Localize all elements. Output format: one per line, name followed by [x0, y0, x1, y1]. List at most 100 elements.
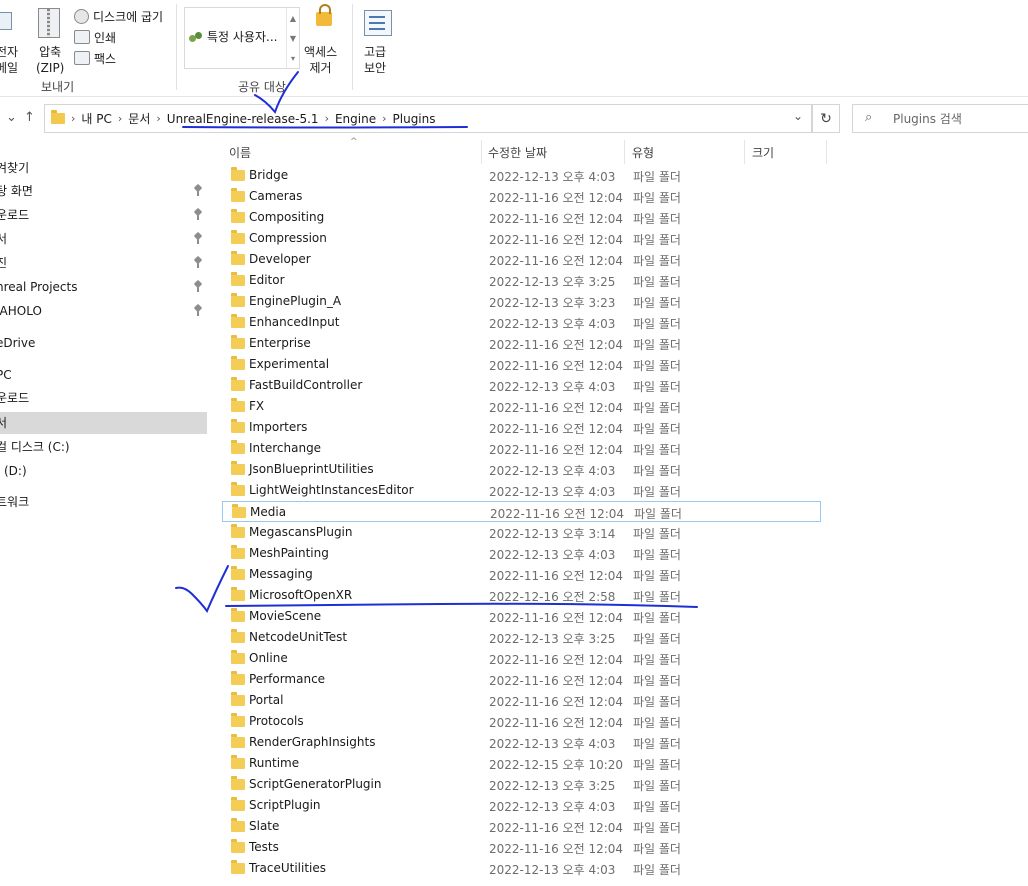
address-bar[interactable]: › 내 PC › 문서 › UnrealEngine-release-5.1 ›…: [44, 104, 812, 133]
table-row[interactable]: ScriptGeneratorPlugin 2022-12-13 오후 3:25 파…: [222, 774, 822, 795]
table-row[interactable]: Messaging 2022-11-16 오전 12:04 파일 폴더: [222, 564, 822, 585]
chevron-down-icon[interactable]: ⌄: [6, 110, 17, 125]
table-row[interactable]: Developer 2022-11-16 오전 12:04 파일 폴더: [222, 249, 822, 270]
table-row[interactable]: Interchange 2022-11-16 오전 12:04 파일 폴더: [222, 438, 822, 459]
gallery-scroll[interactable]: ▲ ▼ ▾: [286, 8, 299, 68]
column-divider[interactable]: [624, 140, 625, 164]
file-name: Tests: [249, 840, 279, 854]
nav-item-downloads[interactable]: 운로드: [0, 204, 207, 226]
up-arrow-icon[interactable]: ↑: [24, 110, 35, 125]
table-row[interactable]: Importers 2022-11-16 오전 12:04 파일 폴더: [222, 417, 822, 438]
nav-item-iaholo[interactable]: IAHOLO: [0, 300, 207, 322]
table-row[interactable]: Enterprise 2022-11-16 오전 12:04 파일 폴더: [222, 333, 822, 354]
table-row[interactable]: Runtime 2022-12-15 오후 10:20 파일 폴더: [222, 753, 822, 774]
search-input[interactable]: [891, 109, 1025, 129]
nav-item-onedrive[interactable]: eDrive: [0, 332, 207, 354]
table-row[interactable]: Online 2022-11-16 오전 12:04 파일 폴더: [222, 648, 822, 669]
pin-icon[interactable]: [193, 209, 203, 221]
folder-icon: [231, 545, 245, 559]
column-divider[interactable]: [826, 140, 827, 164]
table-row[interactable]: EnhancedInput 2022-12-13 오후 4:03 파일 폴더: [222, 312, 822, 333]
email-button[interactable]: 전자 메일: [0, 4, 24, 76]
remove-access-button[interactable]: 액세스 제거: [302, 4, 348, 76]
print-button[interactable]: 인쇄: [74, 27, 116, 47]
column-header-size[interactable]: 크기: [752, 144, 774, 161]
table-row[interactable]: Cameras 2022-11-16 오전 12:04 파일 폴더: [222, 186, 822, 207]
table-row[interactable]: Performance 2022-11-16 오전 12:04 파일 폴더: [222, 669, 822, 690]
burn-disc-button[interactable]: 디스크에 굽기: [74, 6, 163, 26]
column-divider[interactable]: [481, 140, 482, 164]
column-header-name[interactable]: 이름: [229, 144, 251, 161]
folder-icon: [231, 755, 245, 769]
chevron-right-icon[interactable]: ›: [71, 112, 75, 125]
nav-item-pictures[interactable]: 진: [0, 252, 207, 274]
breadcrumb-unreal-engine[interactable]: UnrealEngine-release-5.1: [167, 112, 319, 126]
table-row[interactable]: Media 2022-11-16 오전 12:04 파일 폴더: [222, 501, 821, 522]
pin-icon[interactable]: [193, 305, 203, 317]
refresh-button[interactable]: ↻: [812, 104, 840, 133]
folder-icon: [231, 461, 245, 475]
table-row[interactable]: Compositing 2022-11-16 오전 12:04 파일 폴더: [222, 207, 822, 228]
zip-icon: [38, 8, 60, 38]
column-header-type[interactable]: 유형: [632, 144, 654, 161]
zip-button[interactable]: 압축 (ZIP): [32, 4, 66, 76]
nav-item-local-disk-c[interactable]: 컬 디스크 (C:): [0, 436, 207, 458]
table-row[interactable]: MovieScene 2022-11-16 오전 12:04 파일 폴더: [222, 606, 822, 627]
file-date: 2022-12-13 오후 3:25: [489, 779, 616, 793]
table-row[interactable]: FastBuildController 2022-12-13 오후 4:03 파일 …: [222, 375, 822, 396]
breadcrumb-documents[interactable]: 문서: [128, 110, 150, 127]
column-header-modified[interactable]: 수정한 날짜: [488, 144, 547, 161]
table-row[interactable]: NetcodeUnitTest 2022-12-13 오후 3:25 파일 폴더: [222, 627, 822, 648]
file-date: 2022-12-13 오후 4:03: [489, 863, 616, 877]
address-history-dropdown[interactable]: ⌄: [793, 109, 803, 123]
column-divider[interactable]: [744, 140, 745, 164]
table-row[interactable]: Slate 2022-11-16 오전 12:04 파일 폴더: [222, 816, 822, 837]
table-row[interactable]: LightWeightInstancesEditor 2022-12-13 오후 …: [222, 480, 822, 501]
nav-item-this-pc[interactable]: PC: [0, 364, 207, 386]
pin-icon[interactable]: [193, 257, 203, 269]
folder-icon: [231, 272, 245, 286]
table-row[interactable]: RenderGraphInsights 2022-12-13 오후 4:03 파일 …: [222, 732, 822, 753]
file-name: LightWeightInstancesEditor: [249, 483, 414, 497]
pin-icon[interactable]: [193, 233, 203, 245]
nav-item-pc-downloads[interactable]: 운로드: [0, 387, 207, 409]
table-row[interactable]: JsonBlueprintUtilities 2022-12-13 오후 4:03…: [222, 459, 822, 480]
nav-item-quick-access[interactable]: 겨찾기: [0, 157, 207, 179]
table-row[interactable]: FX 2022-11-16 오전 12:04 파일 폴더: [222, 396, 822, 417]
nav-item-unreal-projects[interactable]: nreal Projects: [0, 276, 207, 298]
table-row[interactable]: Protocols 2022-11-16 오전 12:04 파일 폴더: [222, 711, 822, 732]
chevron-right-icon[interactable]: ›: [156, 112, 160, 125]
nav-item-documents[interactable]: 서: [0, 228, 207, 250]
people-icon: [189, 30, 203, 44]
table-row[interactable]: Editor 2022-12-13 오후 3:25 파일 폴더: [222, 270, 822, 291]
table-row[interactable]: Portal 2022-11-16 오전 12:04 파일 폴더: [222, 690, 822, 711]
table-row[interactable]: Tests 2022-11-16 오전 12:04 파일 폴더: [222, 837, 822, 858]
table-row[interactable]: EnginePlugin_A 2022-12-13 오후 3:23 파일 폴더: [222, 291, 822, 312]
pin-icon[interactable]: [193, 281, 203, 293]
chevron-right-icon[interactable]: ›: [325, 112, 329, 125]
nav-item-network[interactable]: 트워크: [0, 491, 207, 513]
breadcrumb-this-pc[interactable]: 내 PC: [81, 110, 111, 127]
table-row[interactable]: MegascansPlugin 2022-12-13 오후 3:14 파일 폴더: [222, 522, 822, 543]
table-row[interactable]: MeshPainting 2022-12-13 오후 4:03 파일 폴더: [222, 543, 822, 564]
fax-button[interactable]: 팩스: [74, 48, 116, 68]
table-row[interactable]: Bridge 2022-12-13 오후 4:03 파일 폴더: [222, 165, 822, 186]
nav-item-pc-documents[interactable]: 서: [0, 412, 207, 434]
table-row[interactable]: Compression 2022-11-16 오전 12:04 파일 폴더: [222, 228, 822, 249]
advanced-security-button[interactable]: 고급 보안: [358, 4, 398, 76]
nav-item-desktop[interactable]: 탕 화면: [0, 180, 207, 202]
table-row[interactable]: Experimental 2022-11-16 오전 12:04 파일 폴더: [222, 354, 822, 375]
breadcrumb-plugins[interactable]: Plugins: [393, 112, 436, 126]
table-row[interactable]: ScriptPlugin 2022-12-13 오후 4:03 파일 폴더: [222, 795, 822, 816]
nav-item-drive-d[interactable]: (D:): [0, 460, 207, 482]
chevron-right-icon[interactable]: ›: [382, 112, 386, 125]
navigation-pane: 겨찾기 탕 화면 운로드 서 진 nreal Projects IAHOLO e…: [0, 140, 208, 886]
pin-icon[interactable]: [193, 185, 203, 197]
table-row[interactable]: MicrosoftOpenXR 2022-12-16 오전 2:58 파일 폴더: [222, 585, 822, 606]
share-gallery[interactable]: 특정 사용자... ▲ ▼ ▾: [184, 7, 300, 69]
table-row[interactable]: TraceUtilities 2022-12-13 오후 4:03 파일 폴더: [222, 858, 822, 879]
chevron-right-icon[interactable]: ›: [118, 112, 122, 125]
share-specific-people[interactable]: 특정 사용자...: [189, 28, 277, 45]
file-type: 파일 폴더: [633, 632, 681, 646]
breadcrumb-engine[interactable]: Engine: [335, 112, 376, 126]
